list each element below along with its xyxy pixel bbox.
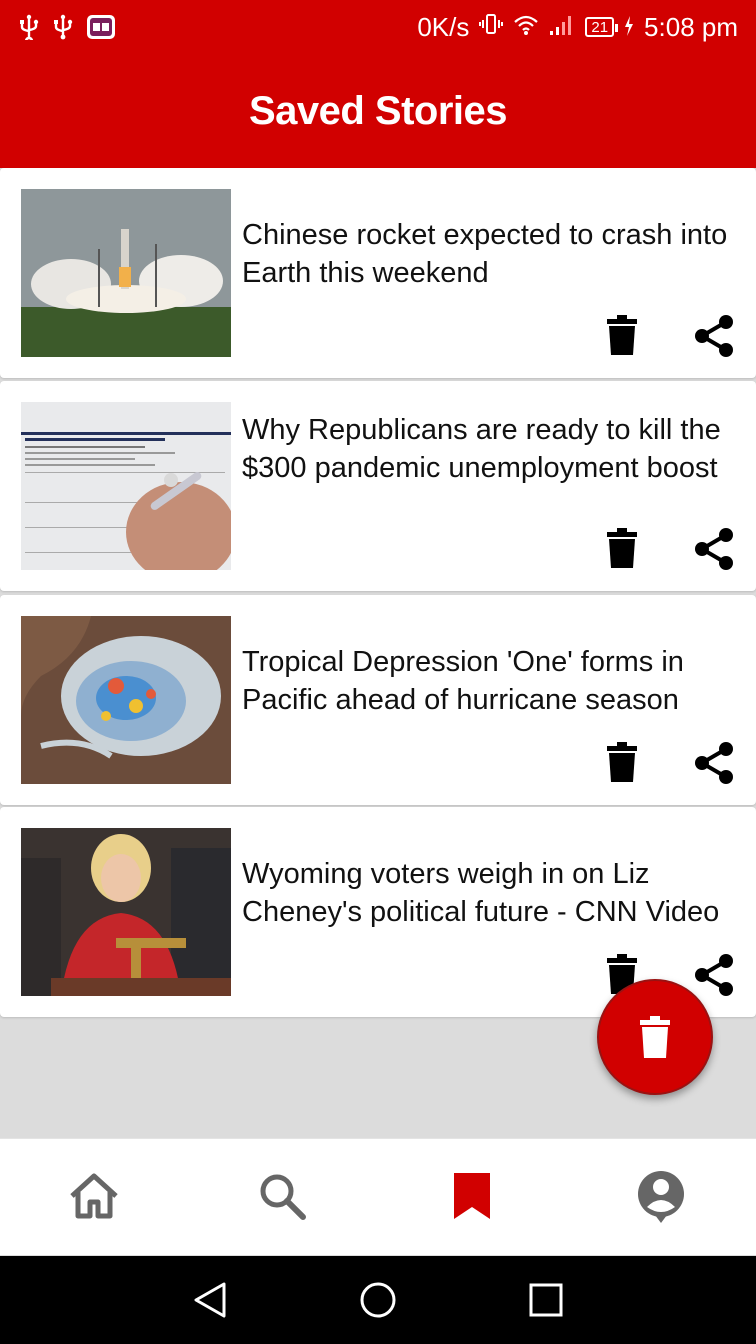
delete-button[interactable] (601, 526, 643, 570)
story-title[interactable]: Why Republicans are ready to kill the $3… (242, 411, 748, 487)
wifi-icon (513, 12, 539, 43)
nav-saved[interactable] (442, 1166, 502, 1226)
trash-icon (640, 1016, 670, 1058)
home-system-button[interactable] (356, 1278, 400, 1322)
recents-square-icon (529, 1283, 563, 1317)
usb-icon (52, 14, 74, 40)
nav-account[interactable] (631, 1166, 691, 1226)
story-thumbnail[interactable] (21, 402, 231, 570)
share-icon (695, 315, 733, 357)
nav-search[interactable] (252, 1166, 312, 1226)
home-circle-icon (360, 1282, 396, 1318)
net-speed: 0K/s (417, 11, 470, 42)
status-notification-icons (18, 14, 116, 40)
system-navigation-bar (0, 1256, 756, 1344)
back-button[interactable] (188, 1278, 232, 1322)
account-icon (638, 1171, 684, 1223)
home-icon (70, 1173, 118, 1219)
status-system-icons: 0K/s 21 5:08 pm (417, 12, 738, 43)
usb-icon (18, 14, 40, 40)
page-title: Saved Stories (248, 88, 508, 133)
share-icon (695, 528, 733, 570)
app-bar: Saved Stories (0, 54, 756, 168)
trash-icon (607, 528, 637, 568)
trash-icon (607, 742, 637, 782)
share-button[interactable] (691, 952, 737, 998)
story-thumbnail[interactable] (21, 616, 231, 784)
delete-all-fab[interactable] (597, 979, 713, 1095)
nav-home[interactable] (64, 1166, 124, 1226)
signal-icon (549, 12, 575, 43)
charging-icon (624, 12, 634, 43)
story-thumbnail[interactable] (21, 828, 231, 996)
story-card[interactable]: Chinese rocket expected to crash into Ea… (0, 168, 756, 378)
share-button[interactable] (691, 313, 737, 359)
bookmark-icon (454, 1173, 490, 1219)
share-button[interactable] (691, 526, 737, 572)
story-title[interactable]: Wyoming voters weigh in on Liz Cheney's … (242, 855, 748, 931)
status-bar: 0K/s 21 5:08 pm (0, 0, 756, 54)
story-card[interactable]: Why Republicans are ready to kill the $3… (0, 381, 756, 591)
back-triangle-icon (194, 1282, 226, 1318)
delete-button[interactable] (601, 313, 643, 357)
story-thumbnail[interactable] (21, 189, 231, 357)
battery-icon: 21 (585, 17, 618, 37)
clock: 5:08 pm (644, 11, 738, 42)
delete-button[interactable] (601, 740, 643, 784)
story-title[interactable]: Chinese rocket expected to crash into Ea… (242, 216, 748, 292)
battery-level: 21 (591, 18, 609, 36)
share-button[interactable] (691, 740, 737, 786)
share-icon (695, 742, 733, 784)
share-icon (695, 954, 733, 996)
trash-icon (607, 315, 637, 355)
story-card[interactable]: Tropical Depression 'One' forms in Pacif… (0, 595, 756, 805)
story-title[interactable]: Tropical Depression 'One' forms in Pacif… (242, 643, 748, 719)
search-icon (260, 1174, 306, 1220)
book-app-icon (86, 14, 116, 40)
vibrate-icon (479, 12, 504, 43)
recents-button[interactable] (524, 1278, 568, 1322)
bottom-navigation (0, 1138, 756, 1255)
